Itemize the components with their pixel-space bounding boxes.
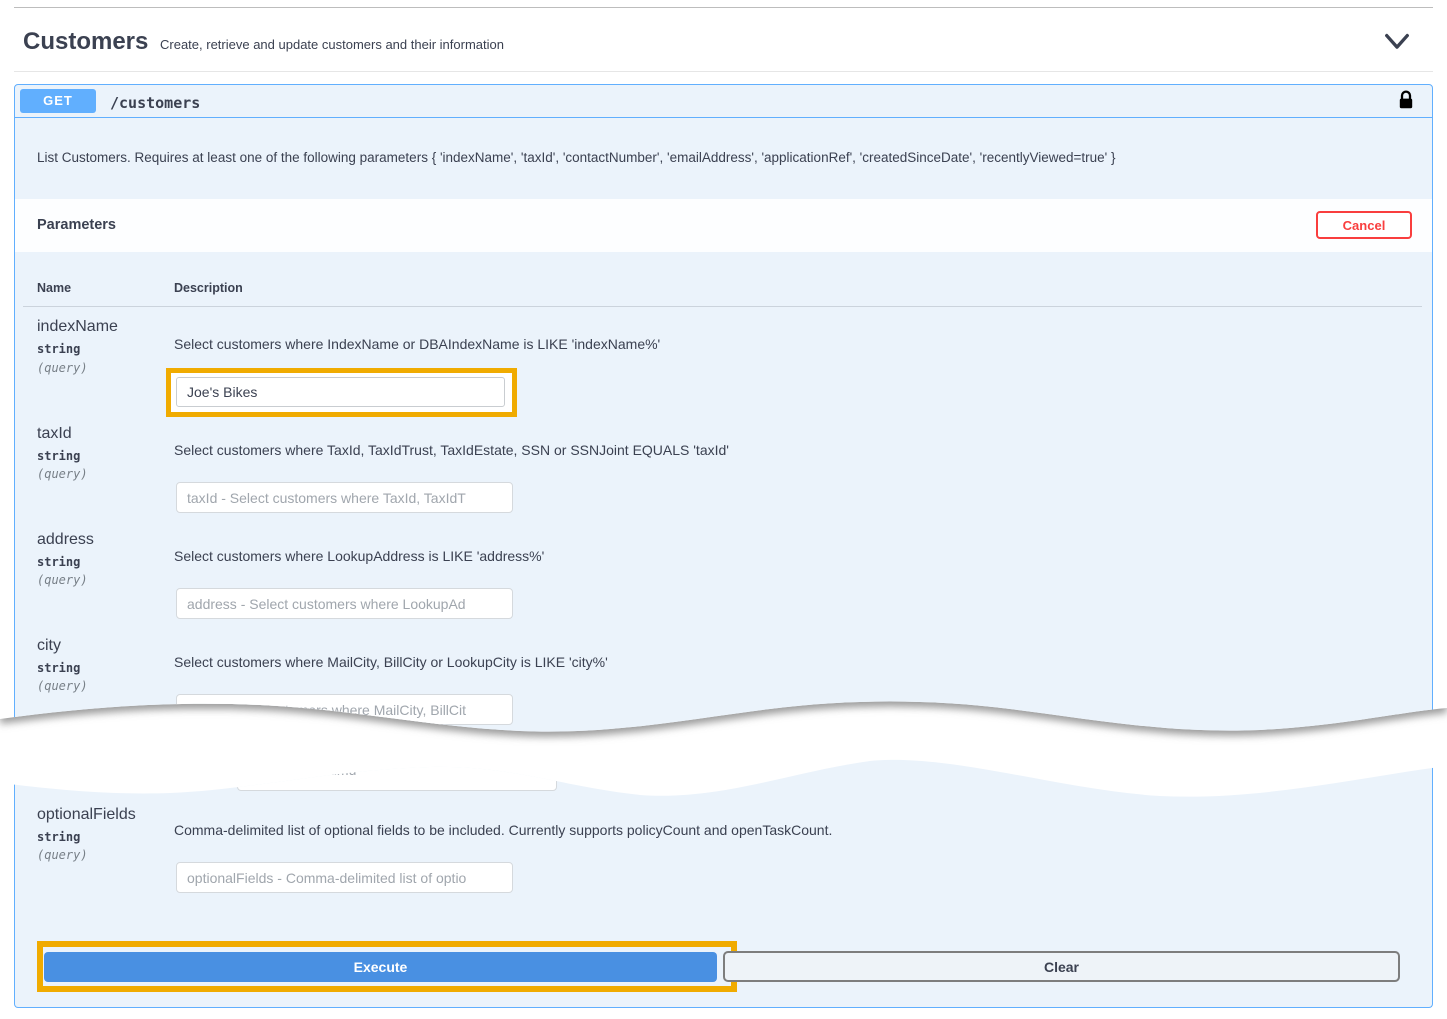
param-in: (query): [37, 573, 88, 587]
operation-path: /customers: [110, 94, 200, 112]
indexName-input[interactable]: [176, 377, 505, 407]
parameters-label: Parameters: [37, 217, 116, 233]
param-type: string: [37, 555, 80, 569]
authorize-lock-button[interactable]: [1398, 90, 1414, 113]
torn-piece-top: Customers Create, retrieve and update cu…: [0, 0, 1447, 1019]
operation-description: List Customers. Requires at least one of…: [37, 150, 1116, 165]
top-divider: [14, 7, 1433, 8]
param-description: Select customers where IndexName or DBAI…: [174, 336, 660, 352]
torn-piece-top-shadow: Customers Create, retrieve and update cu…: [0, 0, 1447, 1019]
collapse-section-button[interactable]: [1384, 33, 1410, 54]
section-subtitle: Create, retrieve and update customers an…: [160, 37, 504, 52]
column-header-name: Name: [37, 281, 71, 295]
param-description: Select customers where LookupAddress is …: [174, 548, 544, 564]
param-name: indexName: [37, 318, 118, 336]
param-type: string: [37, 449, 80, 463]
param-description: Select customers where MailCity, BillCit…: [174, 654, 608, 670]
parameters-header-bar: [15, 199, 1432, 252]
table-header-divider: [23, 306, 1422, 307]
city-input[interactable]: [176, 694, 513, 725]
lock-icon: [1398, 98, 1414, 113]
param-in: (query): [37, 679, 88, 693]
chevron-down-icon: [1384, 39, 1410, 54]
param-in: (query): [37, 467, 88, 481]
column-header-description: Description: [174, 281, 243, 295]
cancel-button[interactable]: Cancel: [1316, 211, 1412, 239]
operation-summary-divider: [15, 117, 1432, 118]
swagger-ui-screen: tion - the maximu optionalFields string …: [0, 0, 1447, 1019]
param-type: string: [37, 342, 80, 356]
address-input[interactable]: [176, 588, 513, 619]
section-title: Customers: [23, 28, 148, 56]
param-name: taxId: [37, 425, 72, 443]
param-in: (query): [37, 361, 88, 375]
param-name: city: [37, 637, 61, 655]
indexName-highlight-box: [166, 368, 517, 417]
param-name: address: [37, 531, 94, 549]
taxId-input[interactable]: [176, 482, 513, 513]
section-divider: [14, 71, 1433, 72]
param-description: Select customers where TaxId, TaxIdTrust…: [174, 442, 729, 458]
http-method-badge[interactable]: GET: [20, 89, 96, 113]
param-type: string: [37, 661, 80, 675]
